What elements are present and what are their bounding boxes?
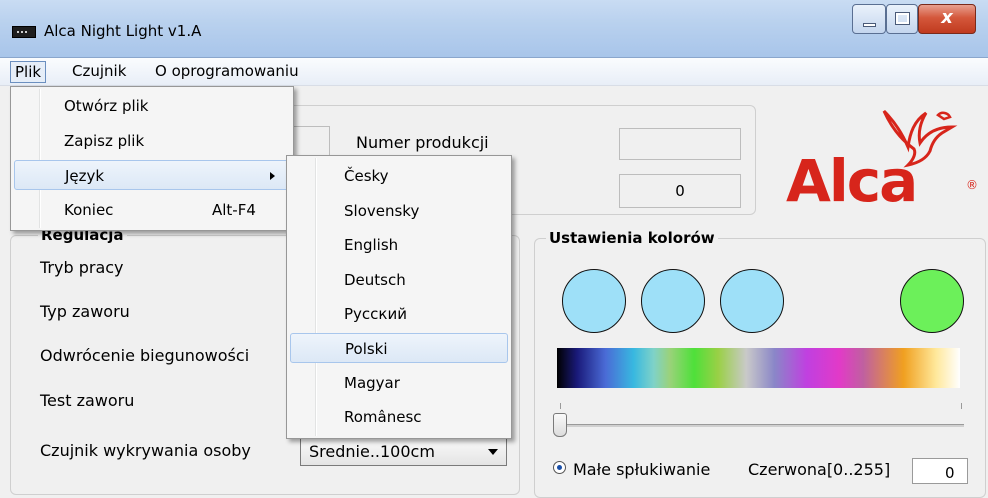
valve-type-label: Typ zaworu — [40, 302, 130, 321]
menu-bar: Plik Czujnik O oprogramowaniu — [0, 58, 988, 86]
menu-item-shortcut: Alt-F4 — [212, 201, 256, 219]
slider-tick-start — [560, 403, 561, 409]
small-flush-radio[interactable] — [553, 461, 566, 474]
language-item-label: Magyar — [344, 374, 400, 392]
left-field-box — [292, 126, 330, 156]
red-channel-label: Czerwona[0..255] — [748, 460, 891, 479]
language-item-label: Polski — [345, 340, 388, 358]
menu-item-open-file[interactable]: Otwórz plik — [14, 91, 290, 121]
minimize-icon — [863, 23, 876, 27]
chevron-down-icon — [488, 449, 498, 455]
counter-field: 0 — [619, 174, 741, 208]
maximize-button[interactable] — [886, 4, 918, 34]
registered-mark: ® — [966, 178, 978, 192]
sensor-select[interactable]: Srednie..100cm — [300, 438, 507, 466]
language-item-label: Românesc — [344, 408, 422, 426]
title-bar: Alca Night Light v1.A x — [0, 0, 988, 58]
language-submenu: Česky Slovensky English Deutsch Русский … — [286, 155, 512, 439]
color-swatch-3[interactable] — [720, 269, 784, 333]
mode-label: Tryb pracy — [40, 258, 124, 277]
language-item-romanesc[interactable]: Românesc — [290, 402, 508, 432]
colors-title: Ustawienia kolorów — [546, 229, 718, 247]
language-item-deutsch[interactable]: Deutsch — [290, 265, 508, 295]
language-item-english[interactable]: English — [290, 230, 508, 260]
production-label: Numer produkcji — [356, 133, 489, 152]
language-item-russian[interactable]: Русский — [290, 299, 508, 329]
menu-item-label: Koniec — [64, 201, 114, 219]
color-swatch-4[interactable] — [900, 269, 964, 333]
sensor-label: Czujnik wykrywania osoby — [40, 441, 251, 460]
menu-o-oprogramowaniu[interactable]: O oprogramowaniu — [151, 61, 303, 83]
language-item-label: English — [344, 236, 399, 254]
language-item-polski[interactable]: Polski — [290, 333, 508, 363]
language-item-cesky[interactable]: Česky — [290, 161, 508, 191]
chevron-right-icon — [270, 172, 275, 180]
valve-test-label: Test zaworu — [40, 391, 135, 410]
menu-item-label: Otwórz plik — [64, 97, 149, 115]
slider-tick-end — [961, 403, 962, 409]
production-field — [619, 128, 741, 160]
color-spectrum[interactable] — [557, 348, 960, 388]
menu-item-label: Język — [65, 167, 105, 185]
language-item-slovensky[interactable]: Slovensky — [290, 196, 508, 226]
color-swatch-2[interactable] — [641, 269, 705, 333]
color-swatch-1[interactable] — [562, 269, 626, 333]
app-icon[interactable] — [12, 26, 36, 38]
polarity-label: Odwrócenie biegunowości — [40, 346, 250, 365]
color-slider-track[interactable] — [560, 424, 964, 427]
close-icon: x — [941, 7, 953, 28]
menu-plik[interactable]: Plik — [10, 61, 47, 83]
language-item-label: Slovensky — [344, 202, 420, 220]
menu-item-label: Zapisz plik — [64, 132, 145, 150]
small-flush-label: Małe spłukiwanie — [573, 460, 711, 479]
sensor-select-value: Srednie..100cm — [309, 442, 435, 461]
red-channel-input[interactable]: 0 — [912, 458, 968, 484]
language-item-label: Deutsch — [344, 271, 406, 289]
file-menu-dropdown: Otwórz plik Zapisz plik Język Koniec Alt… — [10, 86, 294, 231]
maximize-icon — [895, 12, 910, 25]
alca-logo-text: Alca — [786, 147, 918, 215]
language-item-label: Česky — [344, 167, 389, 185]
close-button[interactable]: x — [918, 4, 976, 34]
window-title: Alca Night Light v1.A — [44, 22, 202, 40]
language-item-label: Русский — [344, 305, 407, 323]
color-slider-thumb[interactable] — [553, 413, 567, 437]
menu-item-exit[interactable]: Koniec Alt-F4 — [14, 195, 290, 225]
minimize-button[interactable] — [852, 4, 886, 34]
menu-item-save-file[interactable]: Zapisz plik — [14, 126, 290, 156]
menu-item-language[interactable]: Język — [14, 160, 290, 190]
menu-czujnik[interactable]: Czujnik — [68, 61, 130, 83]
language-item-magyar[interactable]: Magyar — [290, 368, 508, 398]
